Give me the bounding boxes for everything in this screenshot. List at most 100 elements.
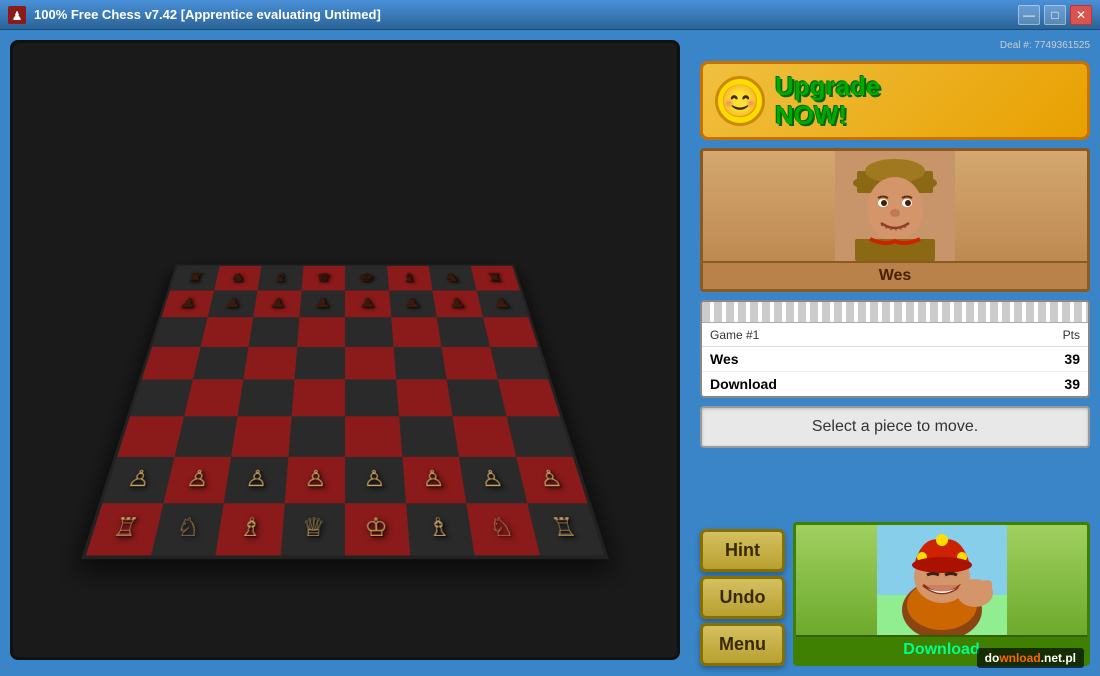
cell[interactable] bbox=[452, 416, 515, 457]
right-panel: Deal #: 7749361525 😊 Upgrade NOW! bbox=[700, 40, 1090, 666]
chess-piece: ♕ bbox=[301, 516, 326, 542]
cell[interactable] bbox=[393, 347, 446, 380]
cell[interactable] bbox=[243, 347, 296, 380]
cell[interactable]: ♕ bbox=[280, 503, 345, 555]
chess-board-container: ♜♞♝♛♚♝♞♜♟♟♟♟♟♟♟♟♙♙♙♙♙♙♙♙♖♘♗♕♔♗♘♖ bbox=[10, 40, 680, 660]
cell[interactable]: ♗ bbox=[215, 503, 284, 555]
minimize-button[interactable]: — bbox=[1018, 5, 1040, 25]
chess-piece: ♟ bbox=[314, 297, 331, 310]
title-bar-left: ♟ 100% Free Chess v7.42 [Apprentice eval… bbox=[8, 6, 381, 24]
cell[interactable] bbox=[490, 347, 549, 380]
cell[interactable]: ♟ bbox=[253, 290, 301, 317]
svg-text:♟: ♟ bbox=[12, 9, 23, 23]
cell[interactable]: ♝ bbox=[387, 266, 433, 290]
download-avatar-svg bbox=[877, 525, 1007, 635]
cell[interactable] bbox=[396, 379, 453, 415]
hint-button[interactable]: Hint bbox=[700, 529, 785, 572]
chess-piece: ♗ bbox=[238, 516, 265, 542]
cell[interactable] bbox=[142, 347, 201, 380]
cell[interactable] bbox=[238, 379, 295, 415]
cell[interactable]: ♟ bbox=[433, 290, 483, 317]
bottom-section: Hint Undo Menu bbox=[700, 456, 1090, 666]
chess-piece: ♚ bbox=[358, 272, 375, 284]
message-box: Select a piece to move. bbox=[700, 406, 1090, 448]
cell[interactable]: ♟ bbox=[345, 290, 391, 317]
cell[interactable]: ♛ bbox=[301, 266, 345, 290]
maximize-button[interactable]: □ bbox=[1044, 5, 1066, 25]
cell[interactable]: ♞ bbox=[214, 266, 262, 290]
score-row-download: Download 39 bbox=[702, 372, 1088, 396]
cell[interactable]: ♙ bbox=[345, 457, 406, 503]
cell[interactable]: ♖ bbox=[527, 503, 604, 555]
chess-piece: ♜ bbox=[485, 272, 504, 284]
chess-piece: ♙ bbox=[479, 468, 506, 490]
cell[interactable]: ♚ bbox=[345, 266, 389, 290]
wes-avatar-svg bbox=[835, 151, 955, 261]
score-wes-name: Wes bbox=[710, 351, 739, 367]
chess-piece: ♖ bbox=[549, 516, 580, 542]
undo-button[interactable]: Undo bbox=[700, 576, 785, 619]
cell[interactable] bbox=[184, 379, 244, 415]
menu-button[interactable]: Menu bbox=[700, 623, 785, 666]
cell[interactable]: ♙ bbox=[224, 457, 288, 503]
cell[interactable]: ♘ bbox=[151, 503, 224, 555]
cell[interactable] bbox=[399, 416, 459, 457]
cell[interactable] bbox=[345, 347, 396, 380]
cell[interactable]: ♝ bbox=[257, 266, 303, 290]
player-avatar-download[interactable]: Download bbox=[793, 522, 1090, 666]
cell[interactable]: ♔ bbox=[345, 503, 410, 555]
cell[interactable] bbox=[193, 347, 249, 380]
cell[interactable] bbox=[291, 379, 345, 415]
cell[interactable] bbox=[249, 317, 300, 347]
chess-piece: ♟ bbox=[268, 297, 286, 310]
cell[interactable]: ♜ bbox=[470, 266, 520, 290]
cell[interactable] bbox=[437, 317, 490, 347]
cell[interactable] bbox=[345, 317, 393, 347]
cell[interactable] bbox=[174, 416, 237, 457]
cell[interactable]: ♜ bbox=[170, 266, 220, 290]
cell[interactable]: ♟ bbox=[161, 290, 213, 317]
cell[interactable] bbox=[345, 379, 399, 415]
chess-piece: ♙ bbox=[244, 468, 269, 490]
cell[interactable]: ♙ bbox=[102, 457, 174, 503]
cell[interactable]: ♗ bbox=[406, 503, 475, 555]
cell[interactable] bbox=[497, 379, 559, 415]
cell[interactable]: ♞ bbox=[429, 266, 477, 290]
cell[interactable]: ♙ bbox=[402, 457, 466, 503]
chess-piece: ♞ bbox=[229, 272, 247, 284]
chess-piece: ♟ bbox=[178, 297, 198, 310]
cell[interactable] bbox=[130, 379, 192, 415]
cell[interactable] bbox=[345, 416, 402, 457]
chess-piece: ♝ bbox=[400, 272, 418, 284]
cell[interactable]: ♙ bbox=[284, 457, 345, 503]
chess-piece: ♙ bbox=[185, 468, 212, 490]
chess-area: ♜♞♝♛♚♝♞♜♟♟♟♟♟♟♟♟♙♙♙♙♙♙♙♙♖♘♗♕♔♗♘♖ bbox=[10, 40, 690, 666]
cell[interactable] bbox=[391, 317, 442, 347]
chess-grid[interactable]: ♜♞♝♛♚♝♞♜♟♟♟♟♟♟♟♟♙♙♙♙♙♙♙♙♖♘♗♕♔♗♘♖ bbox=[81, 264, 609, 559]
cell[interactable] bbox=[231, 416, 291, 457]
close-button[interactable]: ✕ bbox=[1070, 5, 1092, 25]
cell[interactable]: ♙ bbox=[516, 457, 588, 503]
cell[interactable] bbox=[506, 416, 573, 457]
cell[interactable] bbox=[117, 416, 184, 457]
title-bar: ♟ 100% Free Chess v7.42 [Apprentice eval… bbox=[0, 0, 1100, 30]
cell[interactable] bbox=[447, 379, 507, 415]
watermark-suffix: .net.pl bbox=[1041, 651, 1076, 665]
cell[interactable] bbox=[297, 317, 345, 347]
upgrade-banner[interactable]: 😊 Upgrade NOW! bbox=[700, 61, 1090, 140]
cell[interactable] bbox=[200, 317, 253, 347]
cell[interactable]: ♟ bbox=[389, 290, 437, 317]
watermark-highlight: wnload bbox=[999, 651, 1040, 665]
cell[interactable]: ♟ bbox=[299, 290, 345, 317]
cell[interactable] bbox=[441, 347, 497, 380]
cell[interactable] bbox=[152, 317, 207, 347]
chess-piece: ♖ bbox=[110, 516, 141, 542]
cell[interactable] bbox=[288, 416, 345, 457]
cell[interactable] bbox=[483, 317, 538, 347]
cell[interactable]: ♟ bbox=[207, 290, 257, 317]
cell[interactable]: ♟ bbox=[476, 290, 528, 317]
cell[interactable]: ♙ bbox=[163, 457, 231, 503]
chess-piece: ♟ bbox=[492, 297, 512, 310]
chess-piece: ♘ bbox=[174, 516, 203, 542]
cell[interactable] bbox=[294, 347, 345, 380]
